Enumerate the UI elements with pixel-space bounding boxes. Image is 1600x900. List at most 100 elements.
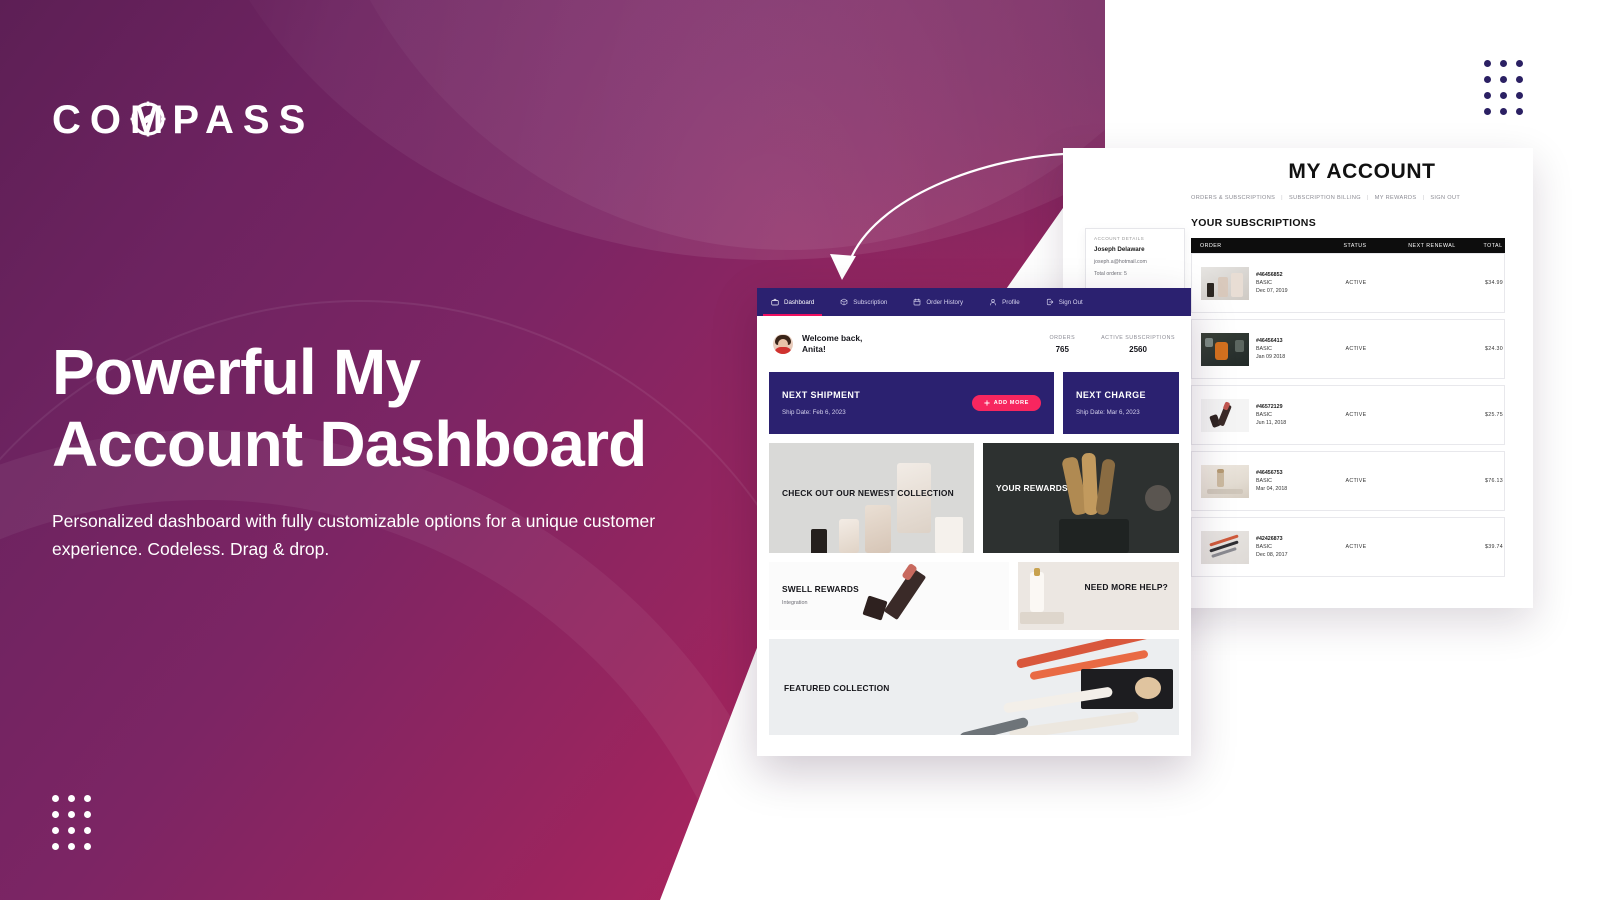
- tile-featured-collection[interactable]: FEATURED COLLECTION: [769, 639, 1179, 735]
- product-thumbnail: [1201, 464, 1249, 498]
- nav-item-label: Dashboard: [784, 298, 815, 306]
- order-plan: BASIC: [1256, 345, 1272, 352]
- tile-your-rewards[interactable]: YOUR REWARDS: [983, 443, 1179, 553]
- stat-orders: ORDERS 765: [1049, 335, 1075, 354]
- table-header-row: ORDER STATUS NEXT RENEWAL TOTAL: [1191, 238, 1505, 253]
- tile-need-more-help[interactable]: NEED MORE HELP?: [1018, 562, 1179, 630]
- tile-swell-rewards-label: SWELL REWARDS: [782, 584, 859, 594]
- brand-logo: COMPASS: [52, 96, 314, 144]
- tile-swell-rewards[interactable]: SWELL REWARDS Integration: [769, 562, 1009, 630]
- table-row[interactable]: #42426873 BASIC Dec 08, 2017 ACTIVE $39.…: [1191, 517, 1505, 577]
- order-date: Dec 07, 2019: [1256, 288, 1288, 295]
- avatar: [773, 334, 793, 354]
- dot-grid-bottom-left: [52, 795, 91, 850]
- product-thumbnail: [1201, 266, 1249, 300]
- order-id: #46572129: [1256, 403, 1283, 410]
- order-plan: BASIC: [1256, 477, 1272, 484]
- compass-rose-icon: [130, 101, 166, 137]
- nav-item-label: Subscription: [853, 298, 888, 306]
- account-nav-my-rewards[interactable]: MY REWARDS: [1375, 195, 1417, 201]
- nav-item-order-history[interactable]: Order History: [911, 288, 976, 316]
- plus-icon: [984, 400, 990, 406]
- dashboard-mockup: Dashboard Subscription Order History Pro…: [757, 288, 1191, 756]
- nav-item-label: Sign Out: [1058, 298, 1083, 306]
- account-details-total-orders: Total orders: 5: [1094, 271, 1127, 277]
- add-more-button[interactable]: ADD MORE: [971, 395, 1041, 411]
- next-shipment-card: NEXT SHIPMENT Ship Date: Feb 6, 2023 ADD…: [769, 372, 1054, 434]
- tile-featured-collection-label: FEATURED COLLECTION: [784, 683, 890, 693]
- order-status: ACTIVE: [1345, 280, 1367, 286]
- tile-need-more-help-label: NEED MORE HELP?: [1084, 582, 1168, 592]
- next-charge-date: Ship Date: Mar 6, 2023: [1076, 409, 1140, 416]
- account-panel-nav: ORDERS & SUBSCRIPTIONS | SUBSCRIPTION BI…: [1191, 195, 1533, 201]
- product-thumbnail: [1201, 332, 1249, 366]
- table-row[interactable]: #46456753 BASIC Mar 04, 2018 ACTIVE $76.…: [1191, 451, 1505, 511]
- nav-item-label: Order History: [926, 298, 964, 306]
- nav-item-dashboard[interactable]: Dashboard: [762, 288, 827, 316]
- account-panel-title: MY ACCOUNT: [1288, 160, 1436, 183]
- product-thumbnail: [1201, 398, 1249, 432]
- sign-out-icon: [1046, 298, 1053, 306]
- briefcase-icon: [771, 298, 779, 306]
- order-status: ACTIVE: [1345, 478, 1367, 484]
- order-status: ACTIVE: [1345, 346, 1367, 352]
- order-plan: BASIC: [1256, 411, 1272, 418]
- order-status: ACTIVE: [1345, 412, 1367, 418]
- nav-separator: |: [1366, 195, 1369, 201]
- order-date: Mar 04, 2018: [1256, 486, 1288, 493]
- account-details-card: ACCOUNT DETAILS Joseph Delaware joseph.a…: [1085, 228, 1185, 292]
- order-status: ACTIVE: [1345, 544, 1367, 550]
- account-nav-sign-out[interactable]: SIGN OUT: [1430, 195, 1460, 201]
- headline-line-2: Account Dashboard: [52, 407, 647, 480]
- stat-value: 765: [1055, 344, 1069, 354]
- stat-active-subscriptions: ACTIVE SUBSCRIPTIONS 2560: [1101, 335, 1175, 354]
- summary-cards-row: NEXT SHIPMENT Ship Date: Feb 6, 2023 ADD…: [769, 372, 1179, 434]
- order-total: $25.75: [1484, 412, 1503, 418]
- dot-grid-top-right: [1484, 60, 1523, 115]
- welcome-line-1: Welcome back,: [802, 332, 863, 343]
- slide-canvas: COMPASS Powerful My Account Dashboard Pe…: [0, 0, 1600, 900]
- tile-swell-rewards-sub: Integration: [782, 600, 808, 606]
- column-header-status: STATUS: [1343, 242, 1367, 249]
- nav-item-subscription[interactable]: Subscription: [838, 288, 900, 316]
- account-nav-orders-subscriptions[interactable]: ORDERS & SUBSCRIPTIONS: [1191, 195, 1275, 201]
- order-total: $34.99: [1484, 280, 1503, 286]
- order-plan: BASIC: [1256, 279, 1272, 286]
- table-row[interactable]: #46572129 BASIC Jun 11, 2018 ACTIVE $25.…: [1191, 385, 1505, 445]
- user-icon: [990, 299, 997, 306]
- product-thumbnail: [1201, 530, 1249, 564]
- stat-label: ORDERS: [1049, 334, 1076, 341]
- order-plan: BASIC: [1256, 543, 1272, 550]
- order-total: $39.74: [1484, 544, 1503, 550]
- nav-item-sign-out[interactable]: Sign Out: [1044, 288, 1096, 316]
- headline-line-1: Powerful My: [52, 336, 421, 408]
- order-total: $76.13: [1484, 478, 1503, 484]
- welcome-message: Welcome back, Anita!: [802, 333, 862, 356]
- stat-label: ACTIVE SUBSCRIPTIONS: [1101, 334, 1175, 341]
- dashboard-navbar: Dashboard Subscription Order History Pro…: [757, 288, 1191, 316]
- account-nav-subscription-billing[interactable]: SUBSCRIPTION BILLING: [1289, 195, 1361, 201]
- table-row[interactable]: #46456852 BASIC Dec 07, 2019 ACTIVE $34.…: [1191, 253, 1505, 313]
- calendar-icon: [914, 298, 921, 306]
- account-details-name: Joseph Delaware: [1094, 246, 1145, 253]
- welcome-line-2: Anita!: [802, 344, 826, 354]
- nav-separator: |: [1281, 195, 1283, 201]
- stat-value: 2560: [1129, 344, 1147, 354]
- dashboard-content: NEXT SHIPMENT Ship Date: Feb 6, 2023 ADD…: [757, 372, 1191, 756]
- order-id: #46456753: [1256, 469, 1283, 476]
- tile-your-rewards-label: YOUR REWARDS: [996, 483, 1068, 493]
- nav-item-profile[interactable]: Profile: [987, 288, 1033, 316]
- promo-tiles-row-1: CHECK OUT OUR NEWEST COLLECTION YOUR REW…: [769, 443, 1179, 553]
- column-header-order: ORDER: [1200, 242, 1222, 249]
- brand-logo-text: COMPASS: [52, 98, 315, 142]
- promo-tiles-row-3: FEATURED COLLECTION: [769, 639, 1179, 735]
- subscriptions-table: ORDER STATUS NEXT RENEWAL TOTAL #4645685…: [1191, 238, 1505, 577]
- add-more-label: ADD MORE: [993, 400, 1029, 406]
- order-date: Jun 11, 2018: [1256, 420, 1287, 427]
- box-icon: [840, 298, 848, 306]
- page-title: Powerful My Account Dashboard: [52, 336, 647, 480]
- hero-subcopy: Personalized dashboard with fully custom…: [52, 511, 656, 559]
- order-id: #46456413: [1256, 337, 1283, 344]
- table-row[interactable]: #46456413 BASIC Jan 09 2018 ACTIVE $24.3…: [1191, 319, 1505, 379]
- tile-newest-collection[interactable]: CHECK OUT OUR NEWEST COLLECTION: [769, 443, 974, 553]
